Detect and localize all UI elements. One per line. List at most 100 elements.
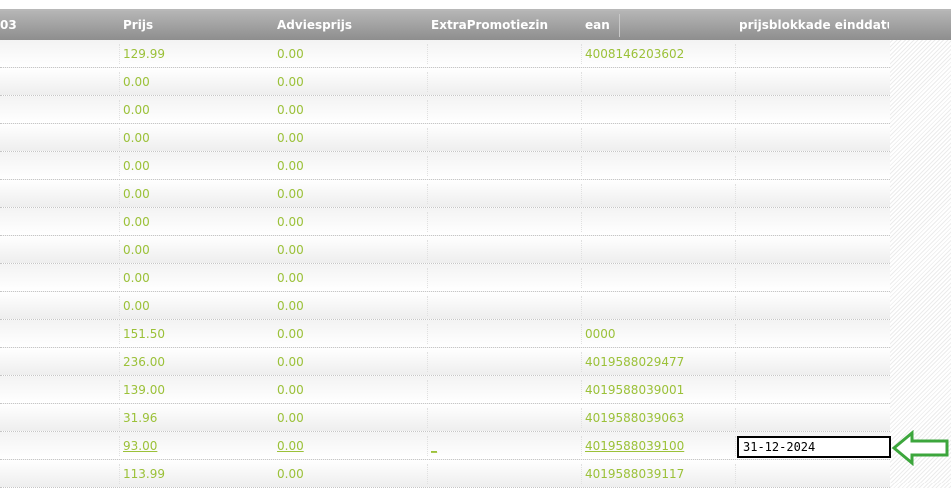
- cell-prijs[interactable]: 0.00: [123, 152, 273, 180]
- cell-divider: [735, 240, 737, 260]
- column-header-prijsblokkade[interactable]: prijsblokkade einddatu: [739, 11, 889, 40]
- cell-ean[interactable]: 4019588039063: [585, 404, 735, 432]
- cell-prijs[interactable]: 0.00: [123, 180, 273, 208]
- cell-prijs[interactable]: 151.50: [123, 320, 273, 348]
- column-resize-handle[interactable]: [619, 14, 620, 37]
- table-row[interactable]: 0.00 0.00: [0, 124, 890, 152]
- cell-adviesprijs[interactable]: 0.00: [277, 180, 427, 208]
- cell-adviesprijs[interactable]: 0.00: [277, 236, 427, 264]
- cell-divider: [581, 464, 583, 484]
- cell-extrapromotiezin[interactable]: [431, 460, 581, 488]
- cell-ean[interactable]: [585, 208, 735, 236]
- cell-prijs[interactable]: 129.99: [123, 40, 273, 68]
- cell-ean[interactable]: 4019588039100: [585, 432, 735, 460]
- data-grid: 129.99 0.00 4008146203602 0.00 0.00 0.00 0.0…: [0, 40, 890, 488]
- cell-divider: [735, 72, 737, 92]
- cell-extrapromotiezin[interactable]: [431, 124, 581, 152]
- cell-extrapromotiezin[interactable]: [431, 292, 581, 320]
- table-row[interactable]: 0.00 0.00: [0, 292, 890, 320]
- table-row[interactable]: 0.00 0.00: [0, 236, 890, 264]
- cell-divider: [427, 408, 429, 428]
- cell-ean[interactable]: [585, 236, 735, 264]
- cell-ean[interactable]: [585, 180, 735, 208]
- cell-prijs[interactable]: 113.99: [123, 460, 273, 488]
- cell-adviesprijs[interactable]: 0.00: [277, 432, 427, 460]
- table-row[interactable]: 31.96 0.00 4019588039063: [0, 404, 890, 432]
- cell-extrapromotiezin[interactable]: [431, 152, 581, 180]
- table-header: 03 Prijs Adviesprijs ExtraPromotiezin ea…: [0, 11, 951, 40]
- cell-divider: [427, 100, 429, 120]
- cell-extrapromotiezin[interactable]: [431, 376, 581, 404]
- cell-ean[interactable]: [585, 68, 735, 96]
- cell-adviesprijs[interactable]: 0.00: [277, 376, 427, 404]
- cell-divider: [427, 240, 429, 260]
- prijsblokkade-date-input[interactable]: [737, 436, 891, 458]
- cell-ean[interactable]: [585, 264, 735, 292]
- cell-prijs[interactable]: 31.96: [123, 404, 273, 432]
- cell-ean[interactable]: 4019588029477: [585, 348, 735, 376]
- table-row[interactable]: 0.00 0.00: [0, 264, 890, 292]
- table-row[interactable]: 129.99 0.00 4008146203602: [0, 40, 890, 68]
- column-header-extrapromotiezin[interactable]: ExtraPromotiezin: [431, 11, 581, 40]
- column-header-prijs[interactable]: Prijs: [123, 11, 273, 40]
- cell-extrapromotiezin[interactable]: [431, 180, 581, 208]
- table-row[interactable]: 0.00 0.00: [0, 208, 890, 236]
- table-row[interactable]: 0.00 0.00: [0, 96, 890, 124]
- cell-adviesprijs[interactable]: 0.00: [277, 348, 427, 376]
- cell-divider: [119, 184, 121, 204]
- cell-divider: [581, 240, 583, 260]
- cell-extrapromotiezin[interactable]: _: [431, 432, 581, 460]
- cell-divider: [119, 100, 121, 120]
- cell-adviesprijs[interactable]: 0.00: [277, 404, 427, 432]
- cell-adviesprijs[interactable]: 0.00: [277, 96, 427, 124]
- cell-adviesprijs[interactable]: 0.00: [277, 292, 427, 320]
- cell-ean[interactable]: 4019588039117: [585, 460, 735, 488]
- table-row[interactable]: 139.00 0.00 4019588039001: [0, 376, 890, 404]
- cell-prijs[interactable]: 0.00: [123, 292, 273, 320]
- table-row[interactable]: 0.00 0.00: [0, 180, 890, 208]
- cell-extrapromotiezin[interactable]: [431, 236, 581, 264]
- cell-adviesprijs[interactable]: 0.00: [277, 208, 427, 236]
- cell-extrapromotiezin[interactable]: [431, 320, 581, 348]
- cell-ean[interactable]: [585, 152, 735, 180]
- cell-ean[interactable]: [585, 124, 735, 152]
- cell-extrapromotiezin[interactable]: [431, 40, 581, 68]
- cell-ean[interactable]: [585, 292, 735, 320]
- cell-prijs[interactable]: 0.00: [123, 208, 273, 236]
- column-header-partial[interactable]: 03: [0, 11, 115, 40]
- cell-ean[interactable]: 4008146203602: [585, 40, 735, 68]
- cell-adviesprijs[interactable]: 0.00: [277, 68, 427, 96]
- table-row[interactable]: 113.99 0.00 4019588039117: [0, 460, 890, 488]
- cell-adviesprijs[interactable]: 0.00: [277, 460, 427, 488]
- cell-prijs[interactable]: 236.00: [123, 348, 273, 376]
- cell-extrapromotiezin[interactable]: [431, 208, 581, 236]
- cell-extrapromotiezin[interactable]: [431, 404, 581, 432]
- cell-ean[interactable]: 0000: [585, 320, 735, 348]
- column-header-ean[interactable]: ean: [585, 11, 615, 40]
- cell-divider: [119, 212, 121, 232]
- cell-adviesprijs[interactable]: 0.00: [277, 152, 427, 180]
- cell-prijs[interactable]: 0.00: [123, 264, 273, 292]
- cell-prijs[interactable]: 0.00: [123, 96, 273, 124]
- cell-extrapromotiezin[interactable]: [431, 348, 581, 376]
- cell-adviesprijs[interactable]: 0.00: [277, 264, 427, 292]
- table-row[interactable]: 0.00 0.00: [0, 68, 890, 96]
- cell-prijs[interactable]: 0.00: [123, 236, 273, 264]
- cell-adviesprijs[interactable]: 0.00: [277, 124, 427, 152]
- cell-prijs[interactable]: 0.00: [123, 124, 273, 152]
- table-row[interactable]: 151.50 0.00 0000: [0, 320, 890, 348]
- cell-prijs[interactable]: 0.00: [123, 68, 273, 96]
- table-row[interactable]: 236.00 0.00 4019588029477: [0, 348, 890, 376]
- table-row[interactable]: 0.00 0.00: [0, 152, 890, 180]
- cell-extrapromotiezin[interactable]: [431, 264, 581, 292]
- cell-ean[interactable]: 4019588039001: [585, 376, 735, 404]
- cell-prijs[interactable]: 93.00: [123, 432, 273, 460]
- cell-adviesprijs[interactable]: 0.00: [277, 40, 427, 68]
- cell-divider: [427, 324, 429, 344]
- cell-prijs[interactable]: 139.00: [123, 376, 273, 404]
- cell-adviesprijs[interactable]: 0.00: [277, 320, 427, 348]
- cell-ean[interactable]: [585, 96, 735, 124]
- cell-extrapromotiezin[interactable]: [431, 68, 581, 96]
- cell-extrapromotiezin[interactable]: [431, 96, 581, 124]
- column-header-adviesprijs[interactable]: Adviesprijs: [277, 11, 427, 40]
